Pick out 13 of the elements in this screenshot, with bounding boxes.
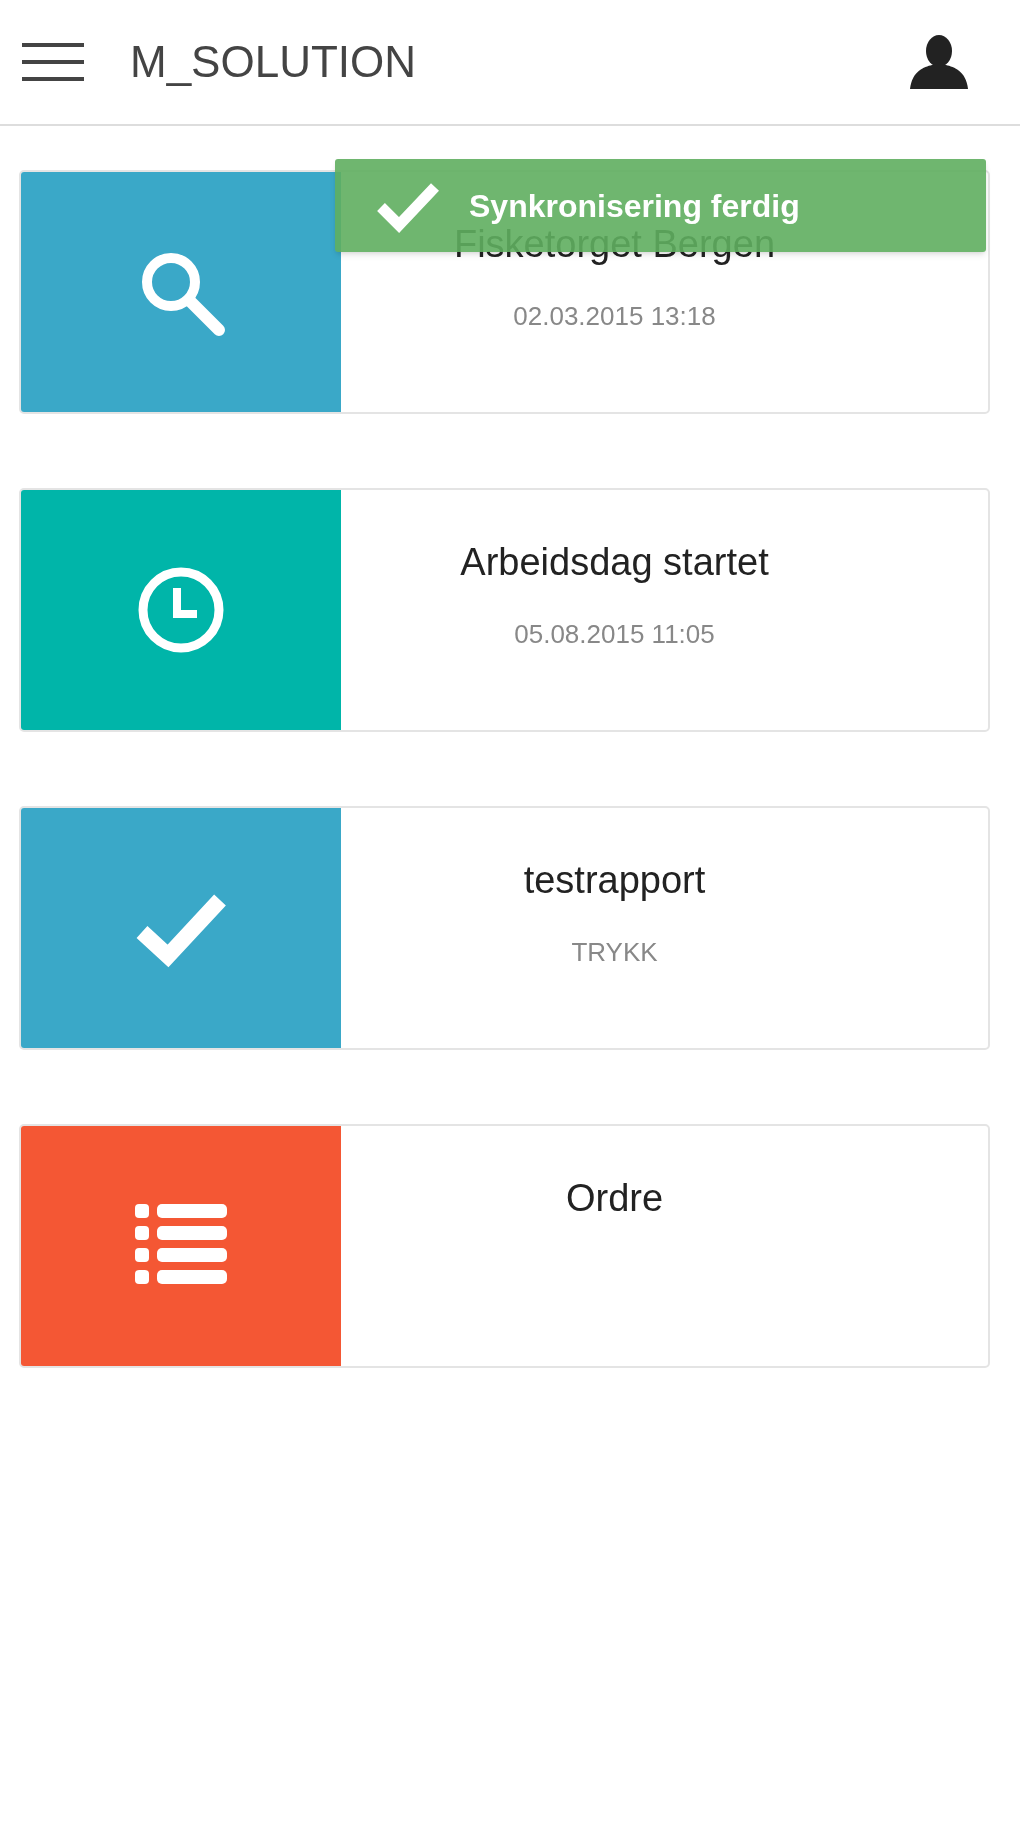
tile-card[interactable]: testrapport TRYKK	[19, 806, 990, 1050]
tile-card[interactable]: Ordre	[19, 1124, 990, 1368]
tile-subtitle: 05.08.2015 11:05	[514, 618, 715, 651]
user-icon[interactable]	[910, 35, 968, 89]
tile-title: testrapport	[523, 858, 706, 903]
menu-icon[interactable]	[22, 41, 84, 83]
tile-title: Arbeidsdag startet	[460, 540, 769, 585]
tile-subtitle: TRYKK	[571, 936, 658, 969]
app-title: M_SOLUTION	[130, 36, 417, 88]
tile-subtitle: 02.03.2015 13:18	[513, 300, 716, 333]
toast-message: Synkronisering ferdig	[469, 186, 800, 226]
tile-title: Ordre	[565, 1176, 664, 1221]
tile-card[interactable]: Arbeidsdag startet 05.08.2015 11:05	[19, 488, 990, 732]
